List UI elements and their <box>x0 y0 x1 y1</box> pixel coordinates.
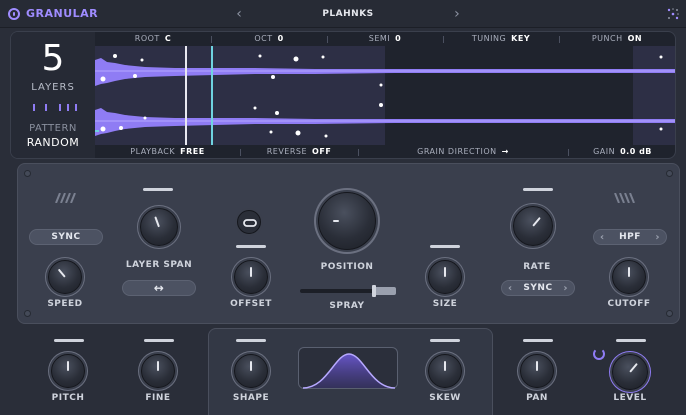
info-icon[interactable] <box>8 7 20 20</box>
layer-span-bar <box>143 188 173 191</box>
fine-label: FINE <box>145 393 171 403</box>
param-semi[interactable]: SEMI 0 <box>327 34 443 43</box>
playhead-marker <box>185 46 187 145</box>
chevron-right-icon[interactable]: › <box>655 232 660 243</box>
waveform-view[interactable] <box>95 46 676 145</box>
pitch-bar <box>54 339 84 342</box>
cutoff-label: CUTOFF <box>607 299 651 309</box>
granular-plugin: GRANULAR ‹ PLAHNKS › 5 LAYERS PATTERN RA… <box>0 0 686 415</box>
offset-label: OFFSET <box>230 299 272 309</box>
chevron-left-icon[interactable]: ‹ <box>600 232 605 243</box>
param-gain[interactable]: GAIN 0.0 dB <box>568 147 675 156</box>
rate-bar <box>523 188 553 191</box>
shape-knob[interactable] <box>234 354 268 388</box>
pitch-label: PITCH <box>51 393 85 403</box>
cutoff-knob[interactable] <box>612 260 646 294</box>
brand-title: GRANULAR <box>26 7 99 20</box>
filter-type-selector[interactable]: ‹ HPF › <box>593 229 667 245</box>
layer-span-label: LAYER SPAN <box>125 260 193 270</box>
skew-bar <box>430 339 460 342</box>
pitch-knob[interactable] <box>51 354 85 388</box>
offset-bar <box>236 245 266 248</box>
layers-label: LAYERS <box>31 82 75 93</box>
fine-knob[interactable] <box>141 354 175 388</box>
param-oct[interactable]: OCT 0 <box>211 34 327 43</box>
sample-display: 5 LAYERS PATTERN RANDOM ROOT C OCT 0 SEMI 0… <box>10 31 676 159</box>
shape-bar <box>236 339 266 342</box>
position-label: POSITION <box>320 262 374 272</box>
param-punch[interactable]: PUNCH ON <box>559 34 675 43</box>
stripes-decoration-icon <box>55 193 76 203</box>
param-playback[interactable]: PLAYBACK FREE <box>95 147 240 156</box>
rate-knob[interactable] <box>513 206 553 246</box>
chevron-right-icon[interactable]: › <box>450 6 464 22</box>
stripes-decoration-icon <box>614 193 635 203</box>
rate-label: RATE <box>523 262 551 272</box>
power-icon[interactable] <box>593 348 605 360</box>
level-label: LEVEL <box>613 393 647 403</box>
preset-name[interactable]: PLAHNKS <box>322 9 373 19</box>
chevron-left-icon[interactable]: ‹ <box>232 6 246 22</box>
link-button[interactable] <box>237 210 261 234</box>
chevron-left-icon[interactable]: ‹ <box>508 283 513 294</box>
size-label: SIZE <box>432 299 458 309</box>
link-icon <box>243 219 257 227</box>
pan-label: PAN <box>526 393 548 403</box>
spray-label: SPRAY <box>329 301 365 311</box>
header-bar: GRANULAR ‹ PLAHNKS › <box>0 0 686 28</box>
preset-browser: ‹ PLAHNKS › <box>232 5 464 23</box>
pattern-label: PATTERN <box>29 123 77 134</box>
position-knob[interactable] <box>318 192 376 250</box>
shape-label: SHAPE <box>232 393 270 403</box>
layers-count[interactable]: 5 <box>11 38 95 79</box>
sync-left-button[interactable]: SYNC <box>29 229 103 245</box>
sparkle-menu-icon[interactable] <box>666 7 680 21</box>
span-direction-button[interactable]: ↔ <box>122 280 196 296</box>
brand[interactable]: GRANULAR <box>8 7 98 20</box>
pan-knob[interactable] <box>520 354 554 388</box>
spray-slider[interactable] <box>300 285 396 297</box>
level-knob[interactable] <box>612 354 648 390</box>
chevron-right-icon[interactable]: › <box>563 283 568 294</box>
top-param-row: ROOT C OCT 0 SEMI 0 TUNING KEY PUNCH ON <box>95 32 675 46</box>
level-bar <box>616 339 646 342</box>
layer-span-knob[interactable] <box>140 208 178 246</box>
grain-envelope-display <box>298 347 398 389</box>
size-bar <box>430 245 460 248</box>
param-grain-direction[interactable]: GRAIN DIRECTION → <box>358 147 568 156</box>
bottom-param-row: PLAYBACK FREE REVERSE OFF GRAIN DIRECTION →… <box>95 145 675 158</box>
pattern-value[interactable]: RANDOM <box>11 136 95 149</box>
skew-label: SKEW <box>429 393 461 403</box>
speed-label: SPEED <box>47 299 83 309</box>
speed-knob[interactable] <box>48 260 82 294</box>
skew-knob[interactable] <box>428 354 462 388</box>
param-reverse[interactable]: REVERSE OFF <box>240 147 358 156</box>
size-knob[interactable] <box>428 260 462 294</box>
param-root[interactable]: ROOT C <box>95 34 211 43</box>
rate-sync-selector[interactable]: ‹ SYNC › <box>501 280 575 296</box>
offset-knob[interactable] <box>234 260 268 294</box>
position-marker <box>211 46 213 145</box>
layer-ticks <box>33 104 83 112</box>
layers-panel: 5 LAYERS PATTERN RANDOM <box>11 32 95 158</box>
pan-bar <box>523 339 553 342</box>
param-tuning[interactable]: TUNING KEY <box>443 34 559 43</box>
fine-bar <box>144 339 174 342</box>
envelope-curve <box>302 353 396 389</box>
